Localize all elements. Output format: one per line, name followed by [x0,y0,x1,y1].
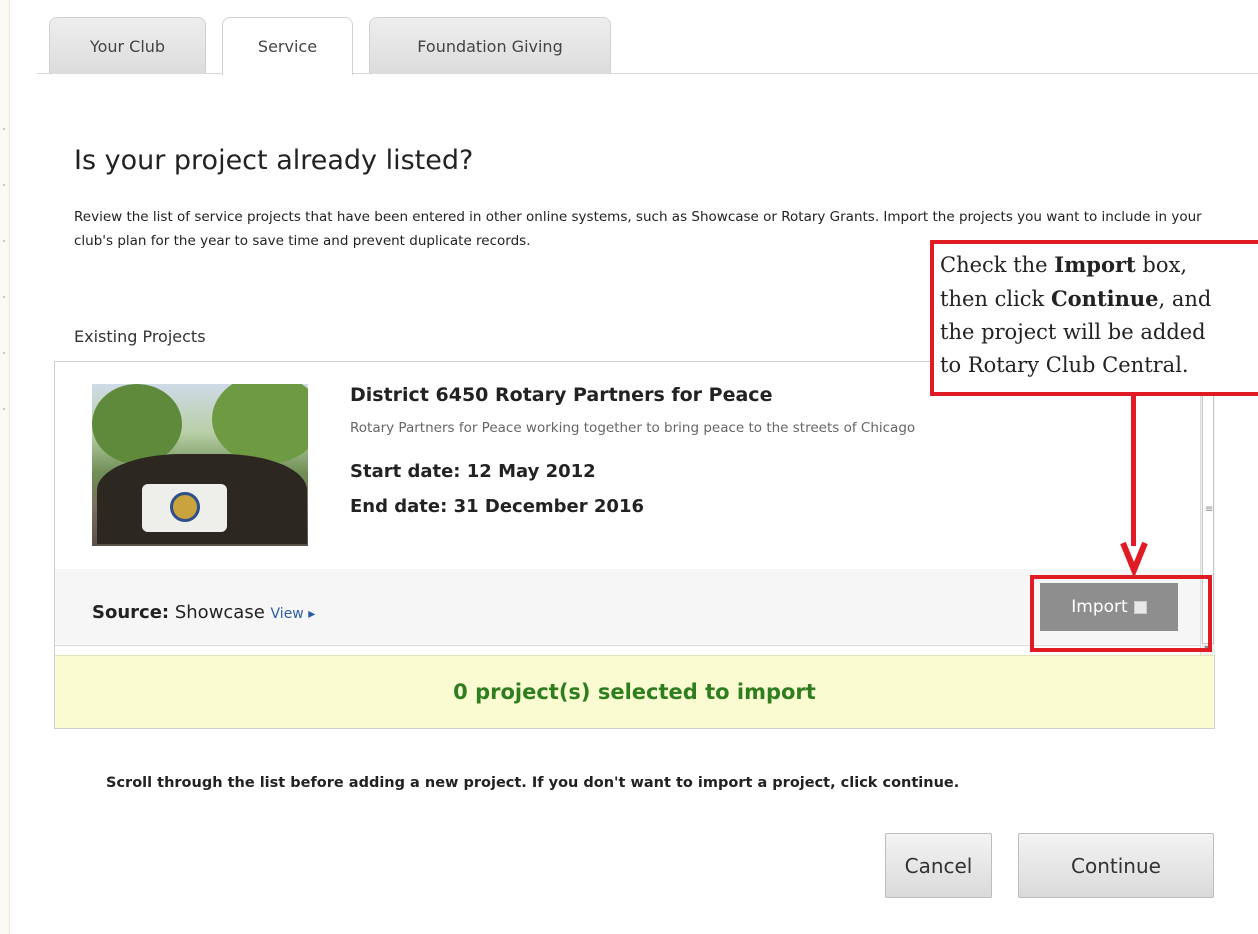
project-description: Rotary Partners for Peace working togeth… [350,420,916,436]
instruction-callout: Check the Import box, then click Continu… [930,240,1258,396]
project-start-date: Start date: 12 May 2012 [350,461,596,482]
import-highlight-frame [1030,575,1212,652]
project-end-date: End date: 31 December 2016 [350,496,645,517]
existing-projects-label: Existing Projects [74,327,206,346]
selected-count-text: 0 project(s) selected to import [453,680,816,704]
page-title: Is your project already listed? [74,145,474,176]
view-link[interactable]: View ▸ [271,606,316,622]
project-photo [92,384,308,546]
grip-icon: ≡ [1205,504,1214,515]
callout-arrow-stem [1131,396,1136,546]
arrow-down-icon [1120,541,1148,576]
callout-line-2: then click Continue, and [940,286,1212,311]
tab-foundation-giving[interactable]: Foundation Giving [369,17,611,74]
continue-button[interactable]: Continue [1018,833,1214,898]
tab-bar-line [37,73,1258,74]
source-label: Source: [92,602,170,623]
tab-service[interactable]: Service [222,17,353,75]
selected-count-bar: 0 project(s) selected to import [55,655,1214,728]
projects-list: District 6450 Rotary Partners for Peace … [54,361,1215,729]
project-title: District 6450 Rotary Partners for Peace [350,384,773,406]
callout-line-3: the project will be added [940,320,1206,344]
instruction-note: Scroll through the list before adding a … [106,775,960,791]
tab-your-club[interactable]: Your Club [49,17,206,74]
left-border [0,0,10,934]
source-value: Showcase [174,602,265,623]
project-source: Source: Showcase View ▸ [92,602,315,623]
callout-line-4: to Rotary Club Central. [940,353,1189,377]
callout-line-1: Check the Import box, [940,252,1188,277]
cancel-button[interactable]: Cancel [885,833,992,898]
